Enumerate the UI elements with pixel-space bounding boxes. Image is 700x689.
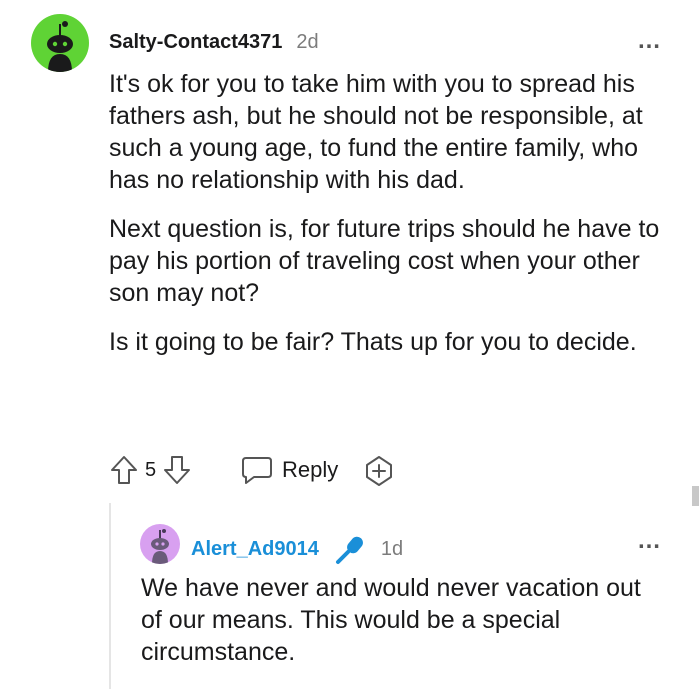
comment-paragraph: Is it going to be fair? Thats up for you…	[109, 328, 637, 356]
reply-label: Reply	[282, 457, 339, 482]
comment-header: Salty-Contact4371 2d	[109, 31, 319, 54]
timestamp: 1d	[380, 537, 404, 560]
more-options-icon[interactable]: …	[637, 529, 662, 553]
reply-button[interactable]: Reply	[240, 454, 338, 486]
comment-paragraph: We have never and would never vacation o…	[141, 574, 641, 666]
thread-line[interactable]	[109, 503, 111, 689]
timestamp: 2d	[296, 31, 319, 53]
comment-body: It's ok for you to take him with you to …	[109, 68, 669, 375]
downvote-arrow-icon[interactable]	[162, 454, 192, 486]
comment-paragraph: Next question is, for future trips shoul…	[109, 215, 660, 307]
comment-paragraph: It's ok for you to take him with you to …	[109, 70, 643, 194]
add-award-icon	[366, 456, 392, 486]
username[interactable]: Salty-Contact4371	[109, 31, 282, 54]
speech-bubble-icon	[242, 457, 272, 484]
avatar[interactable]	[140, 524, 180, 564]
comment-header: Alert_Ad9014 1d	[191, 532, 403, 566]
upvote-arrow-icon[interactable]	[109, 454, 139, 486]
snoo-avatar-icon	[47, 21, 73, 72]
snoo-avatar-icon	[151, 529, 169, 564]
vote-controls: 5	[109, 454, 192, 486]
microphone-icon	[335, 536, 363, 564]
scrollbar[interactable]	[692, 486, 699, 506]
avatar[interactable]	[31, 14, 89, 72]
vote-count: 5	[145, 458, 157, 481]
username[interactable]: Alert_Ad9014	[191, 538, 319, 561]
add-award-button[interactable]	[362, 454, 396, 493]
comment-body: We have never and would never vacation o…	[141, 572, 661, 685]
more-options-icon[interactable]: …	[637, 29, 662, 53]
